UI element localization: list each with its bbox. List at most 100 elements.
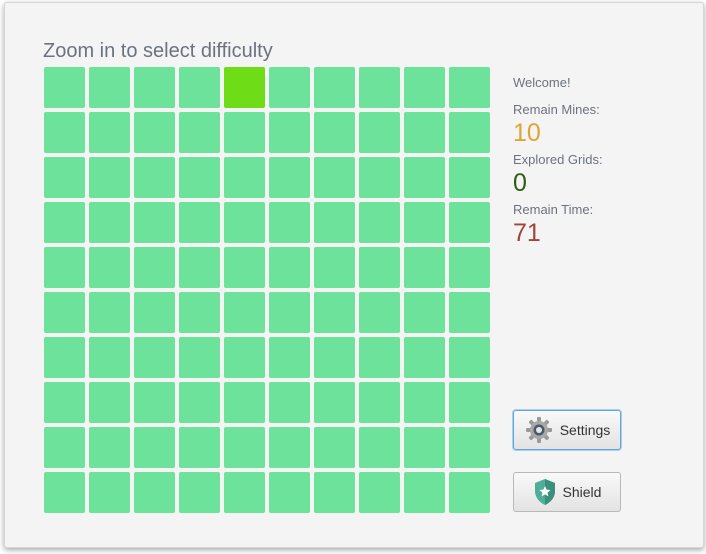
grid-cell[interactable] <box>179 382 220 423</box>
grid-cell[interactable] <box>314 472 355 513</box>
grid-cell[interactable] <box>404 67 445 108</box>
grid-cell[interactable] <box>449 157 490 198</box>
grid-cell[interactable] <box>179 472 220 513</box>
grid-cell[interactable] <box>269 337 310 378</box>
grid-cell[interactable] <box>89 157 130 198</box>
grid-cell[interactable] <box>44 337 85 378</box>
grid-cell[interactable] <box>224 382 265 423</box>
shield-button[interactable]: Shield <box>513 472 621 512</box>
grid-cell[interactable] <box>44 157 85 198</box>
grid-cell[interactable] <box>179 247 220 288</box>
grid-cell[interactable] <box>89 202 130 243</box>
grid-cell[interactable] <box>449 472 490 513</box>
grid-cell[interactable] <box>269 112 310 153</box>
grid-cell[interactable] <box>404 202 445 243</box>
grid-cell[interactable] <box>359 427 400 468</box>
grid-cell[interactable] <box>89 472 130 513</box>
grid-cell[interactable] <box>179 427 220 468</box>
grid-cell[interactable] <box>404 292 445 333</box>
grid-cell[interactable] <box>404 427 445 468</box>
grid-cell[interactable] <box>359 67 400 108</box>
grid-cell[interactable] <box>224 157 265 198</box>
grid-cell[interactable] <box>314 67 355 108</box>
grid-cell[interactable] <box>314 112 355 153</box>
grid-cell[interactable] <box>314 382 355 423</box>
settings-button[interactable]: Settings <box>513 410 621 450</box>
grid-cell[interactable] <box>359 337 400 378</box>
grid-cell[interactable] <box>314 292 355 333</box>
grid-cell[interactable] <box>449 382 490 423</box>
grid-cell[interactable] <box>224 67 265 108</box>
grid-cell[interactable] <box>359 292 400 333</box>
grid-cell[interactable] <box>89 112 130 153</box>
grid-cell[interactable] <box>269 427 310 468</box>
grid-cell[interactable] <box>404 337 445 378</box>
grid-cell[interactable] <box>359 112 400 153</box>
grid-cell[interactable] <box>44 247 85 288</box>
grid-cell[interactable] <box>359 157 400 198</box>
grid-cell[interactable] <box>179 202 220 243</box>
grid-cell[interactable] <box>449 202 490 243</box>
grid-cell[interactable] <box>359 247 400 288</box>
grid-cell[interactable] <box>404 247 445 288</box>
grid-cell[interactable] <box>359 202 400 243</box>
grid-cell[interactable] <box>269 67 310 108</box>
grid-cell[interactable] <box>134 67 175 108</box>
grid-cell[interactable] <box>404 157 445 198</box>
grid-cell[interactable] <box>44 202 85 243</box>
grid-cell[interactable] <box>224 292 265 333</box>
grid-cell[interactable] <box>314 157 355 198</box>
grid-cell[interactable] <box>44 292 85 333</box>
grid-cell[interactable] <box>269 292 310 333</box>
grid-cell[interactable] <box>44 472 85 513</box>
grid-cell[interactable] <box>314 247 355 288</box>
grid-cell[interactable] <box>404 382 445 423</box>
grid-cell[interactable] <box>314 337 355 378</box>
grid-cell[interactable] <box>44 382 85 423</box>
grid-cell[interactable] <box>449 292 490 333</box>
grid-cell[interactable] <box>449 67 490 108</box>
grid-cell[interactable] <box>404 112 445 153</box>
grid-cell[interactable] <box>314 427 355 468</box>
grid-cell[interactable] <box>449 112 490 153</box>
grid-cell[interactable] <box>314 202 355 243</box>
grid-cell[interactable] <box>404 472 445 513</box>
grid-cell[interactable] <box>89 382 130 423</box>
grid-cell[interactable] <box>224 112 265 153</box>
grid-cell[interactable] <box>179 157 220 198</box>
grid-cell[interactable] <box>269 157 310 198</box>
grid-cell[interactable] <box>449 247 490 288</box>
grid-cell[interactable] <box>44 427 85 468</box>
grid-cell[interactable] <box>269 202 310 243</box>
grid-cell[interactable] <box>179 67 220 108</box>
grid-cell[interactable] <box>224 472 265 513</box>
grid-cell[interactable] <box>134 292 175 333</box>
grid-cell[interactable] <box>89 337 130 378</box>
grid-cell[interactable] <box>89 427 130 468</box>
grid-cell[interactable] <box>224 202 265 243</box>
grid-cell[interactable] <box>359 382 400 423</box>
grid-cell[interactable] <box>359 472 400 513</box>
grid-cell[interactable] <box>134 382 175 423</box>
grid-cell[interactable] <box>449 337 490 378</box>
grid-cell[interactable] <box>179 112 220 153</box>
grid-cell[interactable] <box>179 337 220 378</box>
grid-cell[interactable] <box>134 157 175 198</box>
grid-cell[interactable] <box>134 247 175 288</box>
grid-cell[interactable] <box>89 67 130 108</box>
grid-cell[interactable] <box>449 427 490 468</box>
grid-cell[interactable] <box>224 337 265 378</box>
grid-cell[interactable] <box>269 247 310 288</box>
grid-cell[interactable] <box>269 382 310 423</box>
grid-cell[interactable] <box>44 112 85 153</box>
grid-cell[interactable] <box>134 427 175 468</box>
grid-cell[interactable] <box>44 67 85 108</box>
grid-cell[interactable] <box>224 427 265 468</box>
grid-cell[interactable] <box>224 247 265 288</box>
grid-cell[interactable] <box>134 202 175 243</box>
grid-cell[interactable] <box>269 472 310 513</box>
grid-cell[interactable] <box>89 292 130 333</box>
grid-cell[interactable] <box>89 247 130 288</box>
grid-cell[interactable] <box>179 292 220 333</box>
grid-cell[interactable] <box>134 337 175 378</box>
